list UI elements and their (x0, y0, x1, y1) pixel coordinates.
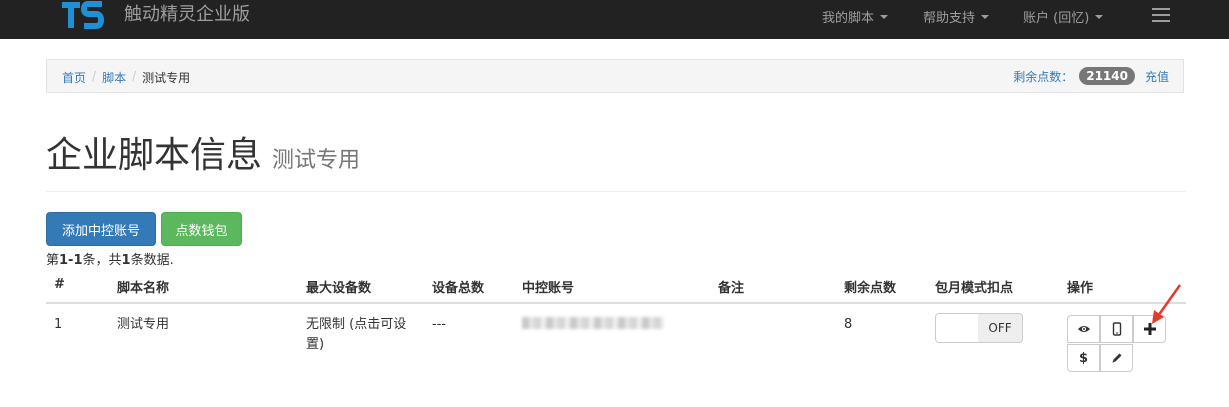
table-header-border (46, 302, 1186, 304)
recharge-link[interactable]: 充值 (1145, 68, 1169, 85)
breadcrumb: 首页 / 脚本 / 测试专用 (62, 69, 190, 86)
row-max-devices-line1: 无限制 (点击可设 (306, 317, 407, 332)
row-index: 1 (54, 317, 63, 332)
annotation-arrow-icon (1152, 284, 1182, 324)
col-header-device-total: 设备总数 (432, 281, 485, 296)
breadcrumb-scripts-link[interactable]: 脚本 (102, 69, 126, 86)
row-script-name: 测试专用 (117, 317, 170, 332)
page-subtitle: 测试专用 (272, 148, 361, 173)
brand-title[interactable]: 触动精灵企业版 (124, 5, 250, 25)
row-control-account-redacted (522, 317, 664, 329)
edit-button[interactable] (1100, 344, 1133, 372)
pagination-summary: 第1-1条，共1条数据. (46, 249, 174, 268)
row-max-devices[interactable]: 无限制 (点击可设 置) (306, 315, 431, 355)
breadcrumb-separator: / (132, 69, 137, 83)
points-dollar-button[interactable]: $ (1067, 344, 1100, 372)
dollar-icon: $ (1078, 350, 1089, 366)
col-header-script-name: 脚本名称 (117, 281, 170, 296)
pencil-icon (1112, 353, 1121, 363)
view-button[interactable] (1067, 315, 1100, 343)
nav-account-label: 账户 (回忆) (1023, 11, 1090, 26)
monthly-mode-toggle[interactable]: OFF (935, 313, 1023, 343)
points-summary: 剩余点数： 21140 充值 (1013, 67, 1169, 85)
breadcrumb-bar: 首页 / 脚本 / 测试专用 剩余点数： 21140 充值 (46, 59, 1184, 93)
divider (46, 191, 1186, 192)
summary-prefix: 第 (46, 253, 60, 268)
device-button[interactable] (1100, 315, 1133, 343)
top-navbar: 触动精灵企业版 我的脚本 帮助支持 账户 (回忆) (0, 0, 1229, 39)
summary-suffix: 条数据. (130, 253, 174, 268)
row-max-devices-line2: 置) (306, 337, 325, 352)
row-device-total: --- (432, 317, 447, 332)
nav-my-scripts-label: 我的脚本 (822, 11, 875, 26)
monthly-mode-toggle-state: OFF (978, 314, 1022, 342)
points-wallet-button[interactable]: 点数钱包 (161, 212, 242, 246)
page-title: 企业脚本信息 测试专用 (46, 134, 360, 183)
nav-account[interactable]: 账户 (回忆) (1023, 7, 1104, 26)
mobile-phone-icon (1112, 322, 1121, 336)
row-remaining-points: 8 (844, 317, 853, 332)
ts-logo-icon[interactable] (60, 0, 106, 34)
nav-help-support-label: 帮助支持 (923, 11, 976, 26)
breadcrumb-home-link[interactable]: 首页 (62, 69, 86, 86)
caret-down-icon (880, 14, 889, 19)
caret-down-icon (981, 14, 990, 19)
breadcrumb-current: 测试专用 (142, 71, 191, 85)
eye-icon (1077, 326, 1090, 332)
points-label: 剩余点数： (1013, 69, 1074, 84)
col-header-remaining-points: 剩余点数 (844, 281, 897, 296)
summary-mid: 条，共 (82, 253, 122, 268)
points-badge: 21140 (1079, 67, 1135, 85)
summary-range: 1-1 (59, 253, 83, 268)
col-header-remark: 备注 (718, 281, 745, 296)
caret-down-icon (1095, 14, 1104, 19)
col-header-max-devices: 最大设备数 (306, 281, 372, 296)
breadcrumb-separator: / (92, 69, 97, 83)
add-control-account-button[interactable]: 添加中控账号 (46, 212, 156, 246)
col-header-control-account: 中控账号 (522, 281, 575, 296)
col-header-monthly-mode: 包月模式扣点 (935, 281, 1014, 296)
nav-my-scripts[interactable]: 我的脚本 (822, 7, 889, 26)
page-title-text: 企业脚本信息 (46, 135, 263, 176)
hamburger-menu-icon[interactable] (1152, 8, 1170, 22)
summary-total: 1 (121, 253, 131, 268)
col-header-index: # (54, 277, 65, 292)
col-header-actions: 操作 (1067, 281, 1094, 296)
nav-help-support[interactable]: 帮助支持 (923, 7, 990, 26)
